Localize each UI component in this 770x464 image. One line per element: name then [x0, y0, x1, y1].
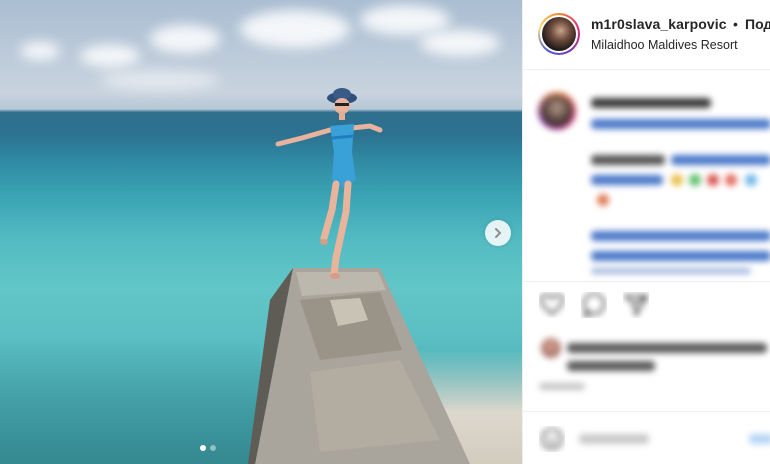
carousel-dot: [210, 445, 216, 451]
carousel-dot-active: [200, 445, 206, 451]
avatar[interactable]: [538, 13, 580, 55]
smiley-icon[interactable]: [539, 426, 565, 452]
caption-hashtags-blurred: [591, 231, 770, 241]
divider: [523, 281, 770, 282]
emoji-icon: [707, 174, 719, 186]
likes-count-blurred[interactable]: [567, 361, 655, 371]
location-link[interactable]: Milaidhoo Maldives Resort: [591, 38, 738, 52]
follow-button[interactable]: Под: [745, 16, 770, 32]
username-link[interactable]: m1r0slava_karpovic: [591, 16, 727, 32]
likes-text-blurred[interactable]: [567, 343, 767, 353]
speech-bubble-icon[interactable]: [581, 292, 607, 318]
caption-hashtags-blurred: [591, 268, 751, 274]
post-comment-button-blurred[interactable]: [749, 434, 770, 444]
paper-plane-icon[interactable]: [623, 292, 649, 318]
heart-icon[interactable]: [539, 292, 565, 318]
caption-hashtags-blurred: [671, 155, 770, 165]
concrete-pier: [248, 268, 470, 464]
emoji-icon: [671, 174, 683, 186]
liker-avatar[interactable]: [541, 338, 561, 358]
emoji-icon: [725, 174, 737, 186]
caption-hashtags-blurred: [591, 119, 770, 129]
post-header: m1r0slava_karpovic • Под Milaidhoo Maldi…: [523, 0, 770, 70]
separator-dot: •: [733, 16, 738, 32]
divider: [523, 411, 770, 412]
carousel-indicator: [200, 445, 216, 451]
emoji-icon: [689, 174, 701, 186]
emoji-icon: [745, 174, 757, 186]
caption-text-blurred: [591, 155, 665, 165]
post-date-blurred: [539, 383, 585, 390]
caption-hashtags-blurred: [591, 251, 770, 261]
post-side-panel: m1r0slava_karpovic • Под Milaidhoo Maldi…: [522, 0, 770, 464]
emoji-icon: [597, 194, 609, 206]
chevron-right-icon: [495, 228, 502, 238]
woman-figure: [275, 88, 383, 279]
carousel-next-button[interactable]: [485, 220, 511, 246]
caption-mention-blurred: [591, 175, 663, 185]
caption-username-blurred: [591, 98, 711, 108]
comment-input-placeholder-blurred[interactable]: [579, 434, 649, 444]
post-photo[interactable]: [0, 0, 522, 464]
caption-avatar[interactable]: [538, 92, 576, 130]
